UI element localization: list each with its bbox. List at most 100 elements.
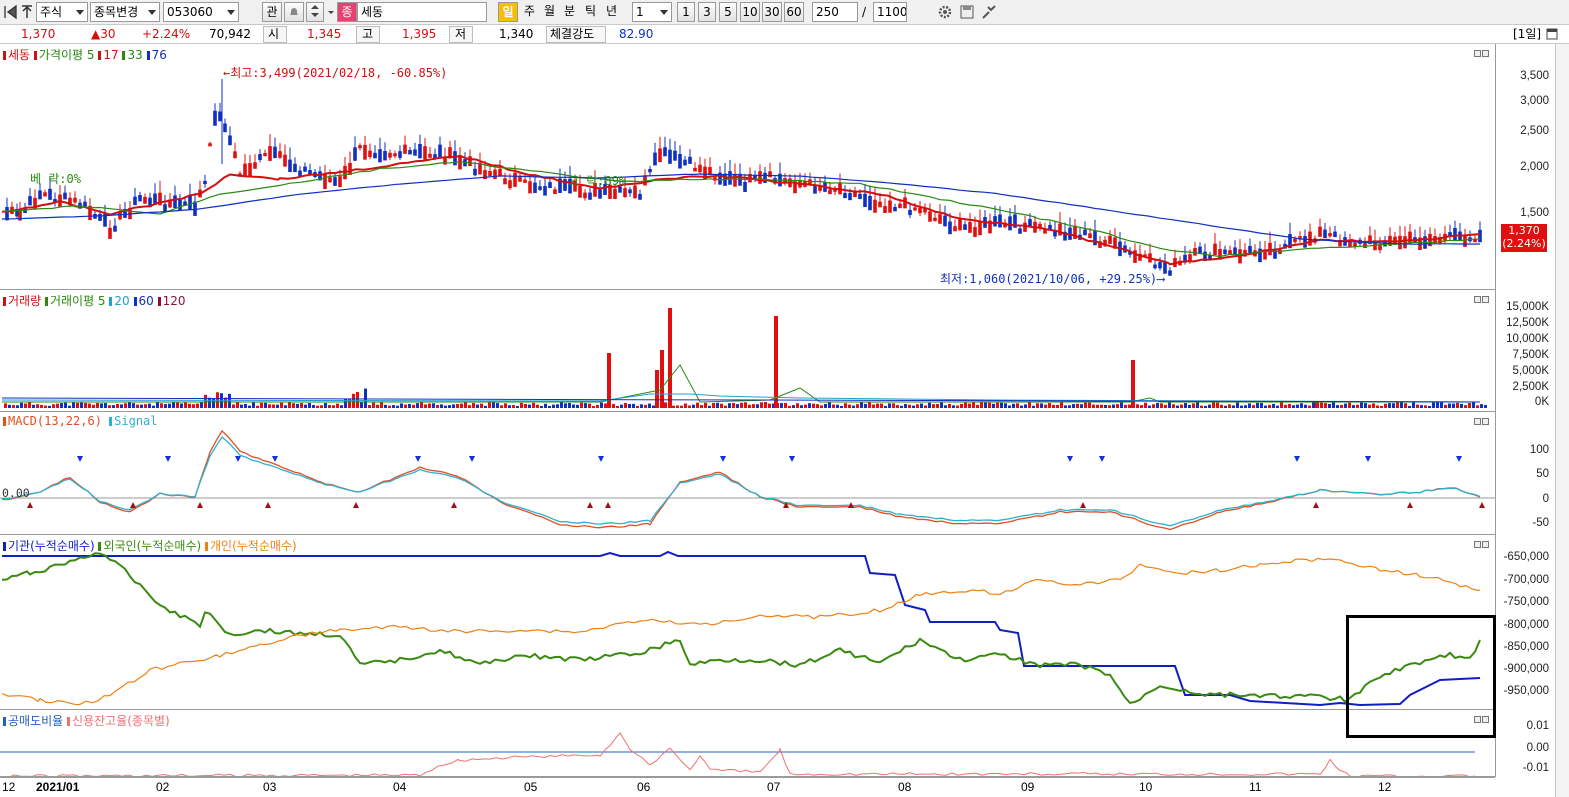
candle-body — [113, 225, 117, 232]
candle-body — [893, 207, 897, 212]
code-value: 053060 — [167, 5, 213, 19]
legend-individual-text: 개인(누적순매수) — [210, 539, 297, 553]
volume-pane[interactable]: 거래량 거래이평 5 20 60 120 — [0, 290, 1495, 412]
ytick: 100 — [1529, 444, 1549, 456]
volume-bar — [1304, 404, 1307, 408]
volume-bar — [528, 404, 531, 408]
macd-pane[interactable]: MACD(13,22,6) Signal 0.00 — [0, 412, 1495, 535]
volume-bar — [116, 403, 119, 408]
volume-bar — [96, 402, 99, 408]
volume-bar — [940, 402, 943, 408]
short-pane[interactable]: 공매도비율 신용잔고율(종목별) — [0, 710, 1495, 777]
volume-bar — [616, 405, 619, 408]
price-pane[interactable]: 세동 가격이평 5 17 33 76 ←최고:3,499(2021/02/18,… — [0, 44, 1495, 290]
period-minute-button[interactable]: 분 — [561, 2, 577, 22]
spin-updown-button[interactable] — [306, 2, 324, 22]
volume-bar — [76, 402, 79, 408]
volume-bar — [664, 402, 667, 408]
volume-bar — [1180, 404, 1183, 408]
volume-bar — [252, 402, 255, 408]
volume-bar — [1032, 405, 1035, 408]
candle-body — [858, 193, 862, 200]
period-month-button[interactable]: 월 — [541, 2, 557, 22]
interval-5-button[interactable]: 5 — [719, 2, 737, 22]
volume-bar — [36, 404, 39, 408]
window-icon[interactable] — [1546, 28, 1558, 40]
investor-pane[interactable]: 기관(누적순매수) 외국인(누적순매수) 개인(누적순매수) — [0, 535, 1495, 710]
gwan-button[interactable]: 관 — [262, 2, 282, 22]
period-tick-button[interactable]: 틱 — [582, 2, 598, 22]
candle-body — [968, 222, 972, 233]
candle-body — [958, 218, 962, 231]
volume-bar — [224, 397, 227, 408]
macd-pane-controls[interactable] — [1473, 415, 1491, 425]
candle-body — [268, 146, 272, 161]
volume-bar — [1188, 404, 1191, 408]
interval-60-button[interactable]: 60 — [784, 2, 804, 22]
bell-button[interactable] — [284, 2, 304, 22]
interval-30-button[interactable]: 30 — [762, 2, 782, 22]
volume-bar — [516, 405, 519, 408]
investor-pane-controls[interactable] — [1473, 538, 1491, 548]
upload-icon[interactable] — [18, 3, 36, 21]
volume-bar — [952, 405, 955, 408]
candle-body — [473, 168, 477, 176]
price-pane-controls[interactable] — [1473, 47, 1491, 57]
period-week-button[interactable]: 주 — [521, 2, 537, 22]
candle-body — [1398, 235, 1402, 250]
market-type-select[interactable]: 주식 — [36, 2, 88, 22]
volume-bar — [1300, 403, 1303, 408]
settings-gear-icon[interactable] — [936, 3, 954, 21]
ytick: -0.01 — [1522, 762, 1549, 774]
save-icon[interactable] — [958, 3, 976, 21]
code-input[interactable]: 053060 — [163, 2, 239, 22]
volume-bar — [900, 405, 903, 408]
buy-signal-arrow — [451, 502, 457, 508]
volume-bar — [872, 404, 875, 408]
candle-body — [1058, 223, 1062, 236]
period-day-button[interactable]: 일 — [498, 2, 518, 22]
candle-body — [73, 197, 77, 203]
volume-pane-controls[interactable] — [1473, 293, 1491, 303]
volume-bar — [152, 405, 155, 408]
legend-credit-ratio-text: 신용잔고율(종목별) — [72, 714, 170, 728]
candle-body — [678, 153, 682, 169]
buy-signal-arrow — [1407, 502, 1413, 508]
open-label: 시 — [268, 27, 280, 41]
macd-line — [1, 429, 1481, 531]
interval-1-button[interactable]: 1 — [677, 2, 695, 22]
volume-bar — [20, 402, 23, 408]
volume-bar — [984, 402, 987, 408]
view-count-input[interactable]: 250 — [812, 2, 858, 22]
volume-bar — [404, 404, 407, 408]
candle-body — [1093, 231, 1097, 246]
volume-bar — [716, 402, 719, 408]
favorite-badge[interactable]: 종 — [337, 2, 357, 22]
volume-bar — [1192, 403, 1195, 408]
candle-body — [1193, 247, 1197, 256]
interval-10-button[interactable]: 10 — [740, 2, 760, 22]
right-scroll-strip[interactable] — [1555, 44, 1569, 797]
volume-bar — [840, 405, 843, 408]
investor-chart — [1, 550, 1481, 707]
period-year-button[interactable]: 년 — [603, 2, 619, 22]
volume-bar — [1400, 402, 1403, 408]
volume-bar — [1124, 404, 1127, 408]
volume-bar — [124, 403, 127, 408]
volume-bar — [456, 404, 459, 408]
candle-body — [223, 123, 227, 133]
candle-body — [638, 194, 642, 200]
volume-bar — [228, 393, 231, 408]
volume-bar — [644, 404, 647, 408]
volume-bar — [1408, 405, 1411, 408]
volume-bar — [576, 404, 579, 408]
tools-icon[interactable] — [980, 3, 998, 21]
item-name-field[interactable]: 세동 — [357, 2, 487, 22]
change-item-select[interactable]: 종목변경 — [90, 2, 160, 22]
volume-bar — [240, 404, 243, 408]
small-dropdown-icon[interactable] — [326, 3, 336, 21]
candle-body — [133, 196, 137, 206]
candle-body — [108, 227, 112, 239]
interval-3-button[interactable]: 3 — [698, 2, 716, 22]
interval-select[interactable]: 1 — [632, 2, 672, 22]
